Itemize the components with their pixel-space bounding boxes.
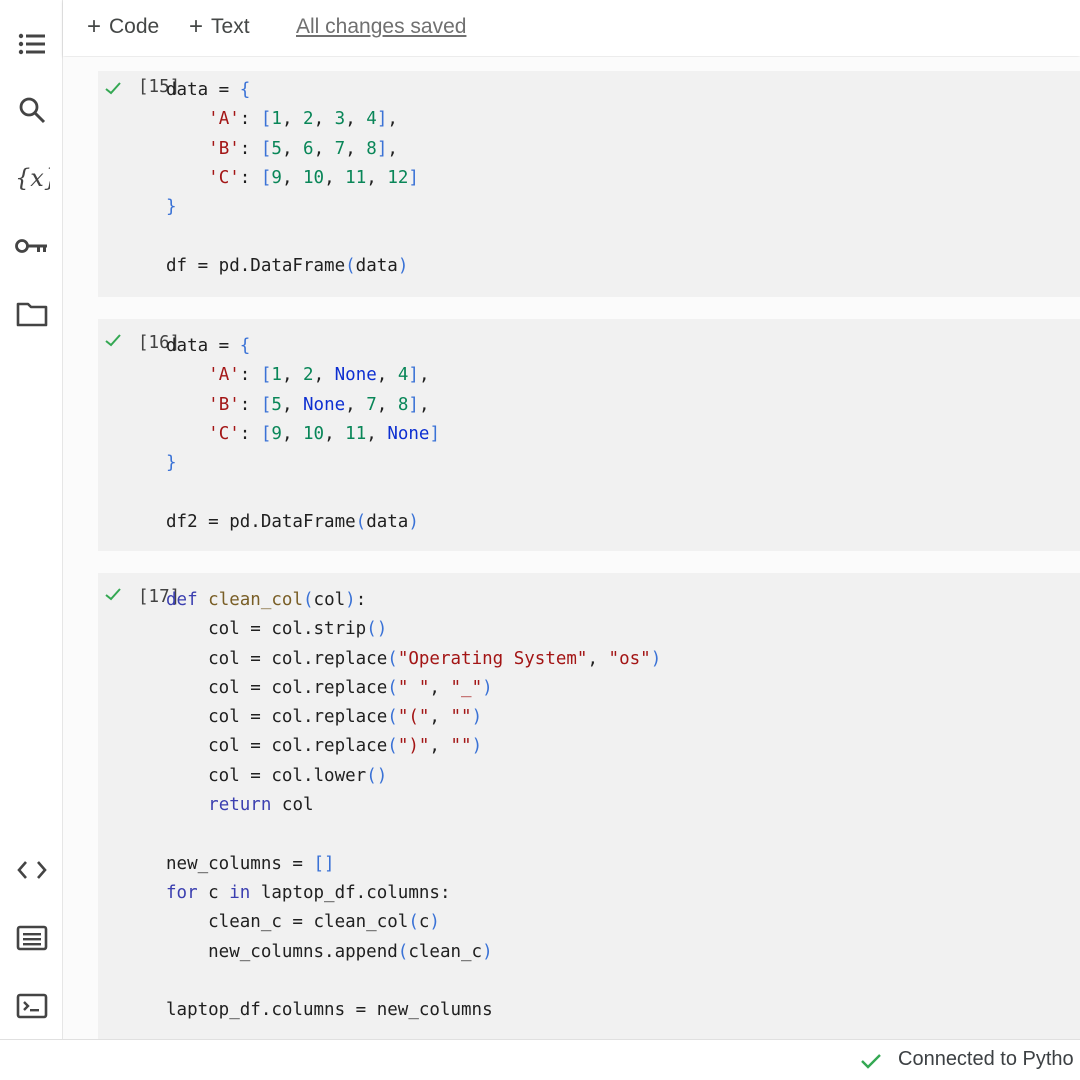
code-snippets-icon[interactable]: [14, 852, 50, 888]
add-code-cell-button[interactable]: + Code: [87, 12, 159, 42]
terminal-icon[interactable]: [14, 988, 50, 1024]
notebook-area: [15] data = { 'A': [1, 2, 3, 4], 'B': [5…: [63, 57, 1080, 1041]
connection-status[interactable]: Connected to Pytho: [898, 1048, 1074, 1071]
add-text-cell-button[interactable]: + Text: [189, 12, 250, 42]
cell-code[interactable]: data = { 'A': [1, 2, None, 4], 'B': [5, …: [166, 332, 440, 537]
files-folder-icon[interactable]: [14, 296, 50, 332]
notebook-toolbar: + Code + Text All changes saved: [63, 0, 1080, 56]
run-success-check-icon: [105, 334, 121, 347]
search-icon[interactable]: [14, 92, 50, 128]
add-code-label: Code: [109, 15, 160, 38]
command-palette-icon[interactable]: [14, 920, 50, 956]
save-status-link[interactable]: All changes saved: [296, 12, 466, 42]
code-cell[interactable]: [17] def clean_col(col): col = col.strip…: [98, 573, 1080, 1041]
connected-check-icon: [861, 1054, 881, 1069]
add-text-label: Text: [211, 15, 250, 38]
secrets-key-icon[interactable]: [14, 228, 50, 264]
variables-icon[interactable]: {x}: [14, 160, 50, 196]
cell-code[interactable]: data = { 'A': [1, 2, 3, 4], 'B': [5, 6, …: [166, 76, 419, 281]
run-success-check-icon: [105, 82, 121, 95]
table-of-contents-icon[interactable]: [14, 26, 50, 62]
left-sidebar: {x}: [0, 0, 63, 1040]
run-success-check-icon: [105, 588, 121, 601]
svg-text:{x}: {x}: [15, 164, 50, 192]
plus-icon: +: [87, 13, 102, 40]
status-bar: Connected to Pytho: [0, 1039, 1080, 1080]
code-cell[interactable]: [15] data = { 'A': [1, 2, 3, 4], 'B': [5…: [98, 71, 1080, 297]
plus-icon: +: [189, 13, 204, 40]
cell-code[interactable]: def clean_col(col): col = col.strip() co…: [166, 586, 661, 1025]
code-cell[interactable]: [16] data = { 'A': [1, 2, None, 4], 'B':…: [98, 319, 1080, 551]
